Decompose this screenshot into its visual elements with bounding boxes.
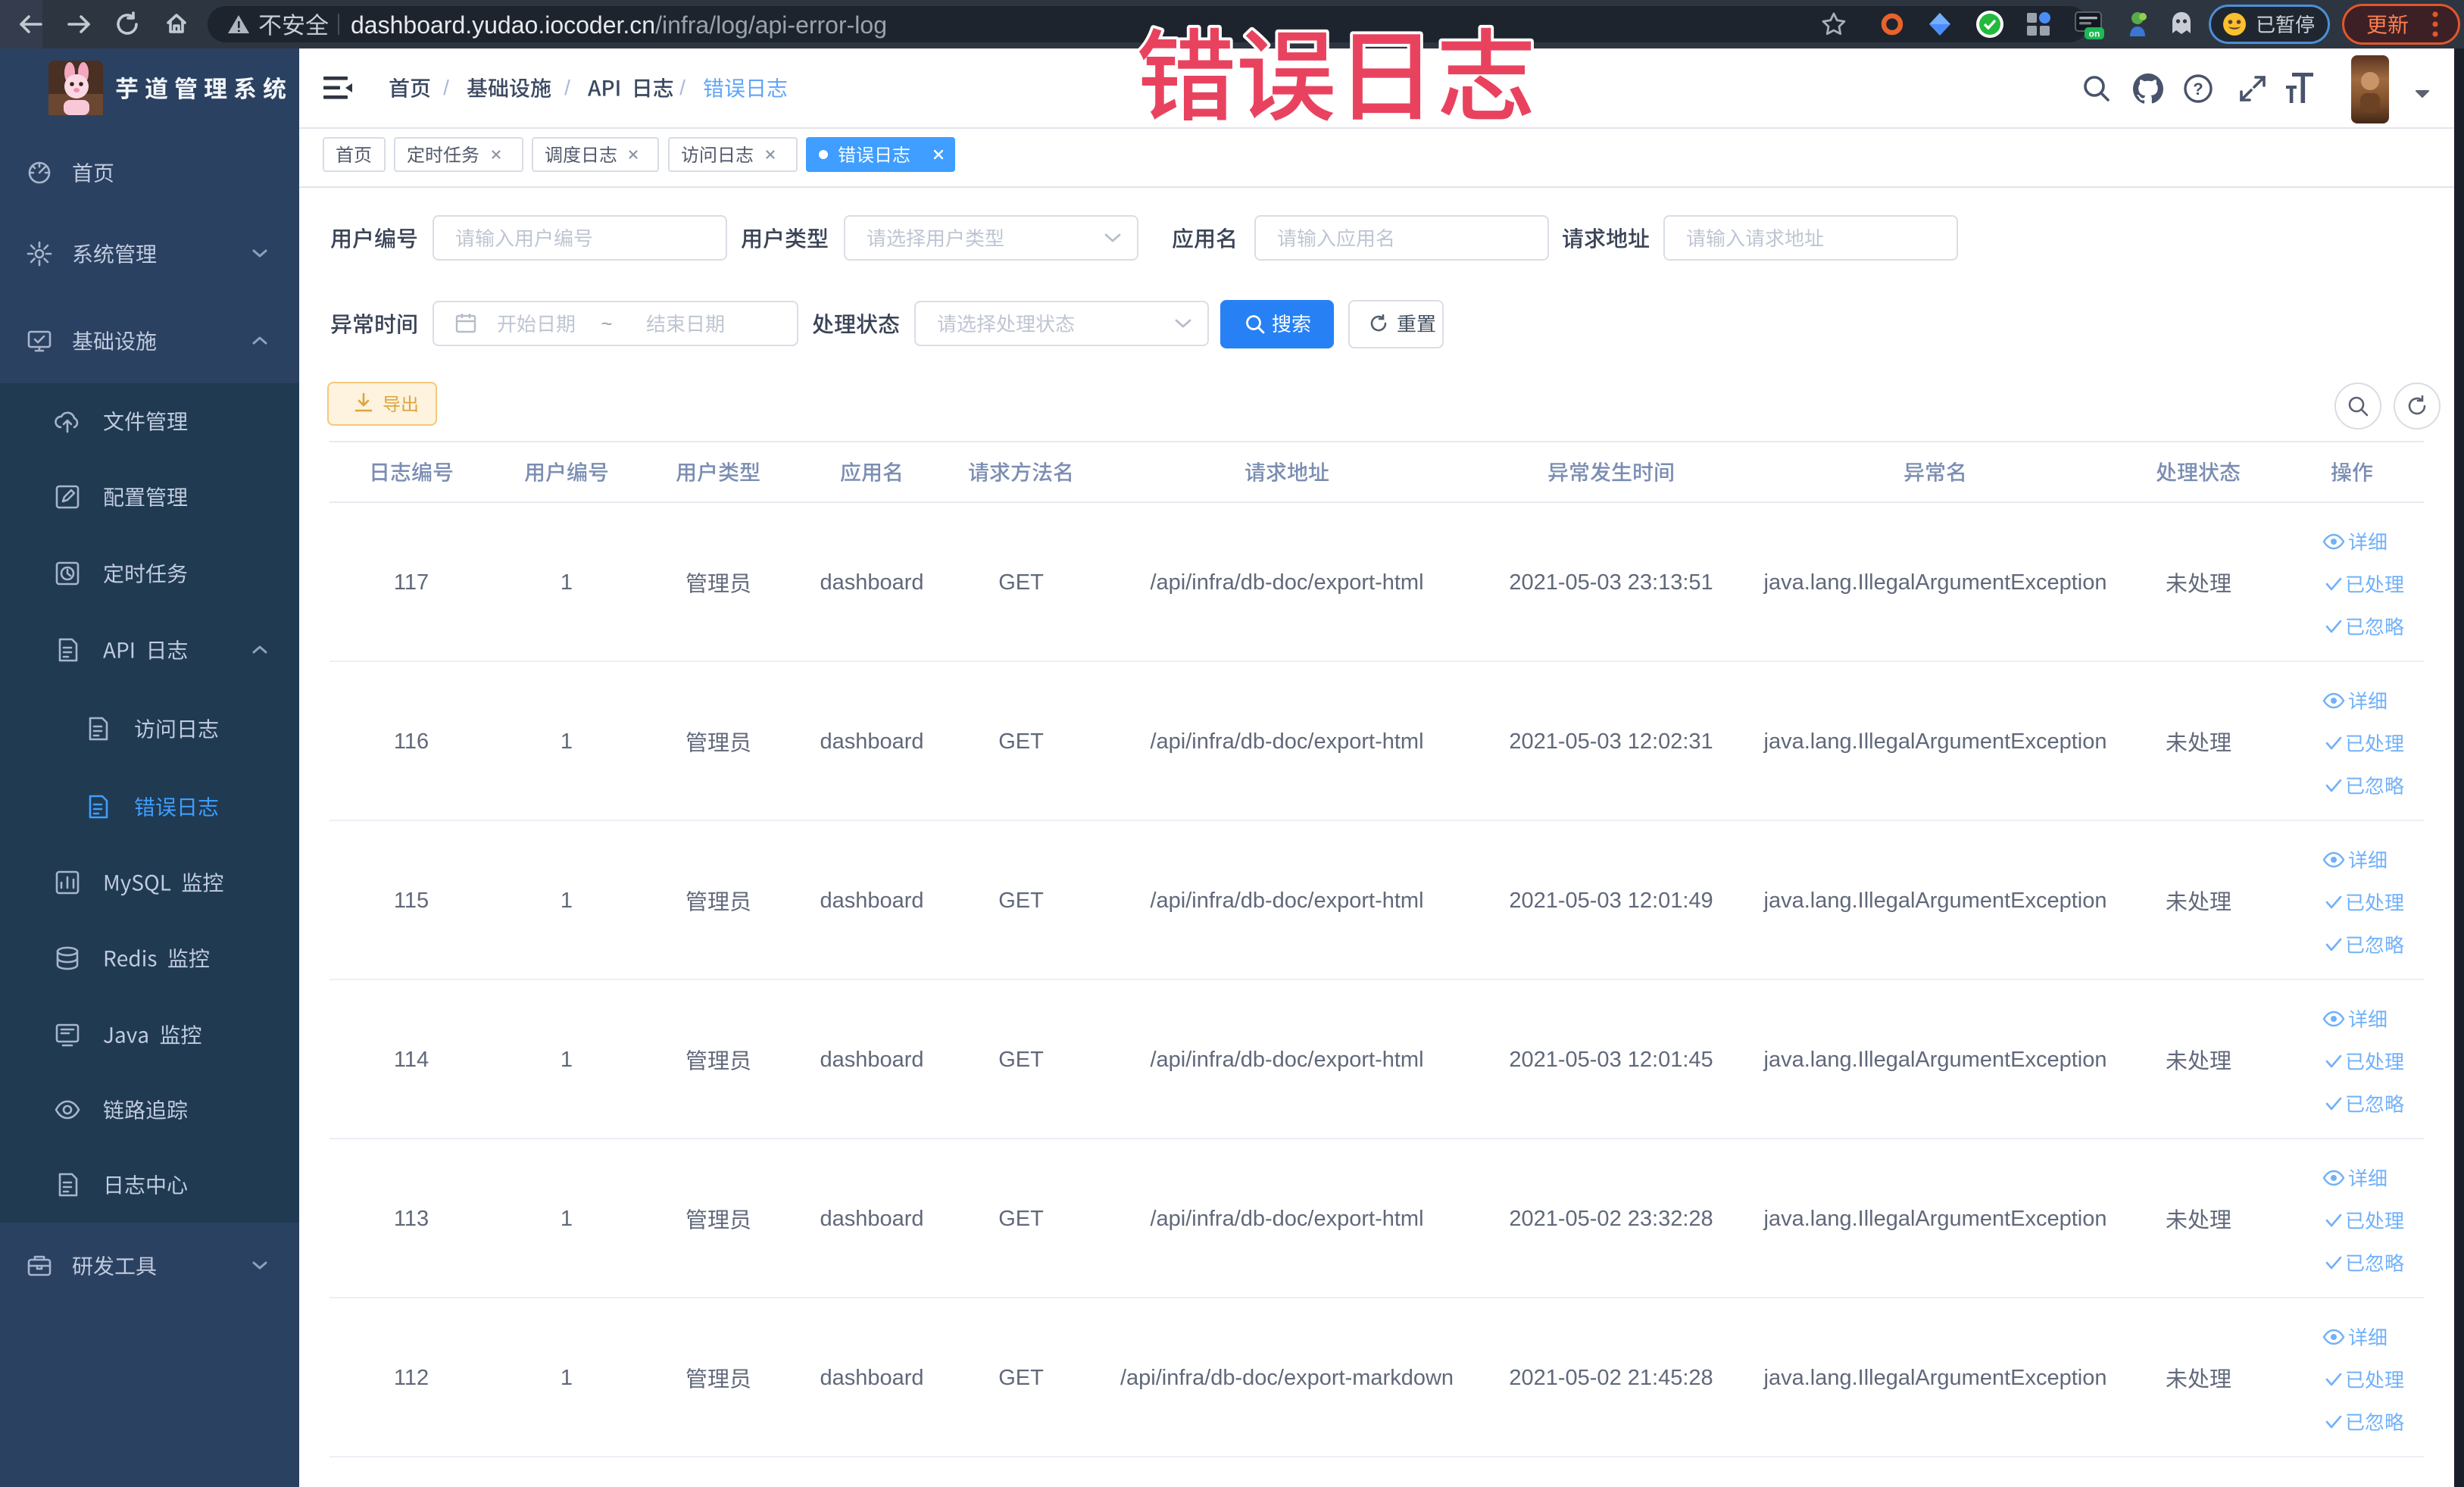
svg-text:?: ? xyxy=(2193,80,2203,98)
svg-text:on: on xyxy=(2089,29,2100,39)
